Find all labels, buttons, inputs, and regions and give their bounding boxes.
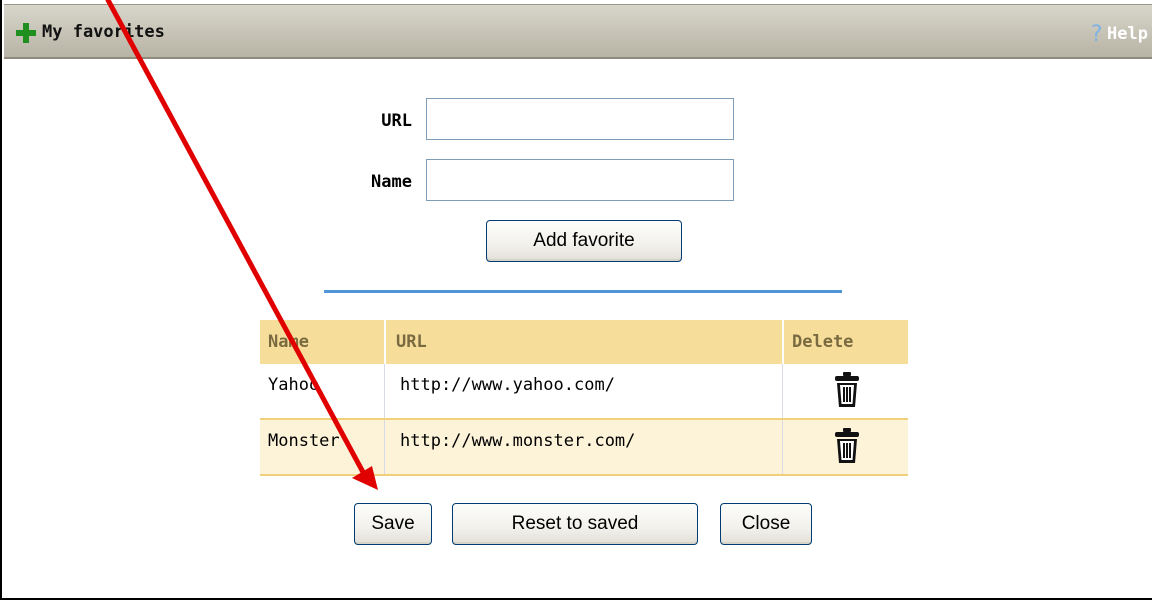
cell-divider	[384, 420, 385, 474]
column-header-delete: Delete	[792, 332, 854, 352]
cell-divider	[782, 364, 783, 418]
row-url: http://www.yahoo.com/	[400, 375, 615, 395]
question-icon: ?	[1089, 22, 1104, 47]
favorites-dialog: My favorites ? Help URL Name Add favorite…	[0, 0, 1152, 600]
section-divider	[324, 290, 842, 293]
url-input[interactable]	[426, 98, 734, 140]
dialog-title: My favorites	[42, 22, 165, 42]
add-favorite-button[interactable]: Add favorite	[486, 220, 682, 262]
cell-divider	[782, 420, 783, 474]
table-row: Yahoo http://www.yahoo.com/	[260, 364, 908, 420]
row-name: Yahoo	[268, 375, 320, 395]
reset-to-saved-button[interactable]: Reset to saved	[452, 503, 698, 545]
table-header: Name URL Delete	[260, 320, 908, 364]
help-label: Help	[1107, 24, 1148, 44]
row-name: Monster	[268, 431, 340, 451]
plus-icon	[16, 23, 36, 43]
name-input[interactable]	[426, 159, 734, 201]
save-button[interactable]: Save	[354, 503, 432, 545]
url-label: URL	[381, 111, 412, 131]
name-label: Name	[371, 172, 412, 192]
column-header-url: URL	[396, 332, 427, 352]
header-divider	[782, 320, 784, 364]
trash-icon[interactable]	[834, 372, 860, 408]
help-link[interactable]: ? Help	[1090, 22, 1148, 47]
cell-divider	[384, 364, 385, 418]
row-url: http://www.monster.com/	[400, 431, 636, 451]
header-divider	[384, 320, 386, 364]
trash-icon[interactable]	[834, 428, 860, 464]
column-header-name: Name	[268, 332, 309, 352]
table-row: Monster http://www.monster.com/	[260, 420, 908, 476]
close-button[interactable]: Close	[720, 503, 812, 545]
title-bar: My favorites ? Help	[4, 4, 1152, 59]
